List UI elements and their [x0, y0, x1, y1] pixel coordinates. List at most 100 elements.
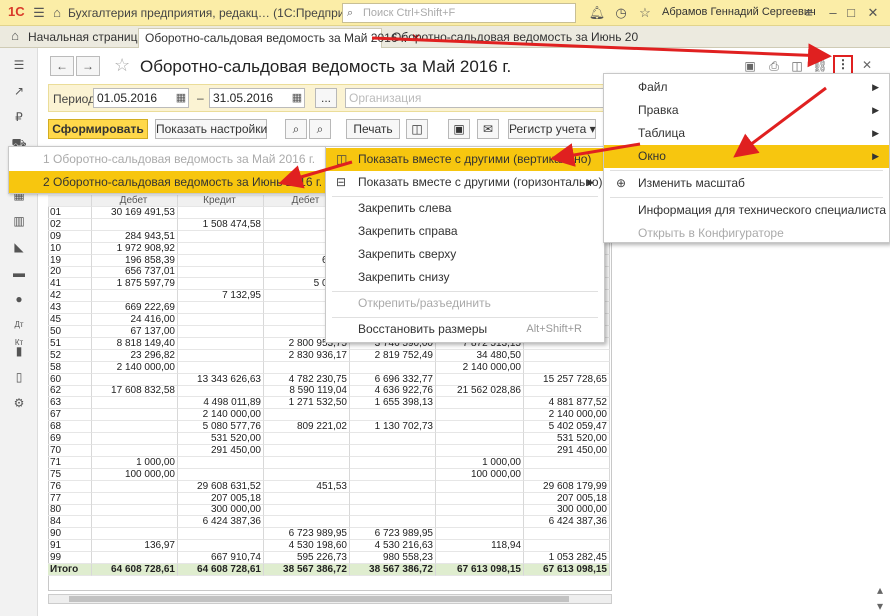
amount-cell[interactable]: 67 137,00	[92, 325, 178, 338]
amount-cell[interactable]: 6 723 989,95	[350, 528, 436, 541]
amount-cell[interactable]	[178, 361, 264, 374]
account-cell[interactable]: 45	[48, 314, 92, 326]
amount-cell[interactable]	[350, 468, 436, 481]
amount-cell[interactable]	[92, 218, 178, 231]
amount-cell[interactable]: 38 567 386,72	[350, 563, 436, 576]
amount-cell[interactable]	[350, 492, 436, 505]
amount-cell[interactable]: 300 000,00	[178, 504, 264, 517]
amount-cell[interactable]	[178, 540, 264, 553]
amount-cell[interactable]	[92, 504, 178, 517]
amount-cell[interactable]	[178, 337, 264, 350]
preview-button[interactable]: ◫	[406, 119, 428, 139]
amount-cell[interactable]: 5 080 577,76	[178, 421, 264, 434]
account-cell[interactable]: 01	[48, 206, 92, 219]
menu-item-dock-right[interactable]: Закрепить справа	[326, 220, 604, 243]
account-cell[interactable]: Итого	[48, 563, 92, 576]
amount-cell[interactable]: 136,97	[92, 540, 178, 553]
amount-cell[interactable]: 4 881 877,52	[524, 397, 610, 410]
tab-report-june[interactable]: Оборотно-сальдовая ведомость за Июнь 201…	[386, 28, 638, 48]
amount-cell[interactable]: 4 530 216,63	[350, 540, 436, 553]
amount-cell[interactable]	[178, 242, 264, 255]
amount-cell[interactable]: 1 972 908,92	[92, 242, 178, 255]
account-cell[interactable]: 41	[48, 278, 92, 291]
amount-cell[interactable]: 6 696 332,77	[350, 373, 436, 386]
amount-cell[interactable]: 118,94	[436, 540, 524, 553]
menu-item-tile-vertical[interactable]: ◫ Показать вместе с другими (вертикально)	[326, 148, 604, 171]
amount-cell[interactable]: 291 450,00	[524, 444, 610, 457]
amount-cell[interactable]: 2 140 000,00	[178, 409, 264, 422]
amount-cell[interactable]	[350, 480, 436, 493]
global-search-input[interactable]: ⌕ Поиск Ctrl+Shift+F	[342, 3, 576, 23]
amount-cell[interactable]: 23 296,82	[92, 349, 178, 362]
amount-cell[interactable]	[178, 254, 264, 267]
favorite-star-icon[interactable]: ☆	[114, 55, 130, 76]
amount-cell[interactable]: 64 608 728,61	[178, 563, 264, 576]
amount-cell[interactable]	[436, 504, 524, 517]
amount-cell[interactable]	[178, 528, 264, 541]
amount-cell[interactable]	[350, 409, 436, 422]
menu-item-file[interactable]: Файл ▶	[604, 76, 889, 99]
amount-cell[interactable]: 5 402 059,47	[524, 421, 610, 434]
amount-cell[interactable]	[178, 349, 264, 362]
generate-button[interactable]: Сформировать	[48, 119, 148, 139]
amount-cell[interactable]	[92, 492, 178, 505]
account-cell[interactable]: 67	[48, 409, 92, 422]
more-actions-button[interactable]: ⋮	[833, 55, 853, 75]
amount-cell[interactable]: 4 636 922,76	[350, 385, 436, 398]
menu-item-tile-horizontal[interactable]: ⊟ Показать вместе с другими (горизонтальн…	[326, 171, 604, 194]
account-cell[interactable]: 77	[48, 492, 92, 505]
account-cell[interactable]: 10	[48, 242, 92, 255]
amount-cell[interactable]: 531 520,00	[178, 433, 264, 445]
account-cell[interactable]: 99	[48, 552, 92, 564]
amount-cell[interactable]: 67 613 098,15	[524, 563, 610, 576]
calendar-icon[interactable]: ▦	[289, 90, 305, 106]
user-name[interactable]: Абрамов Геннадий Сергеевич	[662, 6, 816, 18]
horizontal-scrollbar[interactable]	[48, 594, 612, 604]
amount-cell[interactable]: 667 910,74	[178, 552, 264, 564]
account-cell[interactable]: 50	[48, 325, 92, 338]
account-cell[interactable]: 84	[48, 516, 92, 529]
amount-cell[interactable]	[436, 480, 524, 493]
amount-cell[interactable]: 2 819 752,49	[350, 349, 436, 362]
amount-cell[interactable]: 100 000,00	[92, 468, 178, 481]
amount-cell[interactable]	[178, 206, 264, 219]
account-cell[interactable]: 52	[48, 349, 92, 362]
save-icon[interactable]: ▣	[742, 58, 758, 74]
amount-cell[interactable]: 6 723 989,95	[264, 528, 350, 541]
amount-cell[interactable]: 64 608 728,61	[92, 563, 178, 576]
amount-cell[interactable]	[92, 552, 178, 564]
menu-item-dock-left[interactable]: Закрепить слева	[326, 197, 604, 220]
amount-cell[interactable]: 2 140 000,00	[92, 361, 178, 374]
amount-cell[interactable]	[264, 468, 350, 481]
account-cell[interactable]: 09	[48, 230, 92, 243]
menu-icon[interactable]: ☰	[10, 56, 28, 74]
calendar-icon[interactable]: ▦	[173, 90, 189, 106]
show-settings-button[interactable]: Показать настройки	[155, 119, 267, 139]
amount-cell[interactable]	[178, 385, 264, 398]
search-button[interactable]: ⌕	[285, 119, 307, 139]
save-button[interactable]: ▣	[448, 119, 470, 139]
history-icon[interactable]: ◷	[612, 4, 630, 22]
period-select-button[interactable]: ...	[315, 88, 337, 108]
amount-cell[interactable]	[350, 516, 436, 529]
amount-cell[interactable]	[264, 516, 350, 529]
amount-cell[interactable]: 669 222,69	[92, 302, 178, 315]
tab-home[interactable]: Начальная страница	[22, 28, 150, 48]
account-cell[interactable]: 76	[48, 480, 92, 493]
amount-cell[interactable]	[436, 373, 524, 386]
amount-cell[interactable]: 34 480,50	[436, 349, 524, 362]
minimize-icon[interactable]: –	[824, 4, 842, 22]
amount-cell[interactable]: 207 005,18	[178, 492, 264, 505]
amount-cell[interactable]: 8 590 119,04	[264, 385, 350, 398]
amount-cell[interactable]	[178, 230, 264, 243]
amount-cell[interactable]	[350, 444, 436, 457]
amount-cell[interactable]	[92, 421, 178, 434]
close-form-icon[interactable]: ✕	[862, 58, 872, 72]
amount-cell[interactable]	[436, 444, 524, 457]
amount-cell[interactable]	[264, 409, 350, 422]
amount-cell[interactable]: 1 655 398,13	[350, 397, 436, 410]
scroll-thumb[interactable]	[69, 596, 569, 602]
account-cell[interactable]: 43	[48, 302, 92, 315]
amount-cell[interactable]: 67 613 098,15	[436, 563, 524, 576]
search-next-button[interactable]: ⌕	[309, 119, 331, 139]
